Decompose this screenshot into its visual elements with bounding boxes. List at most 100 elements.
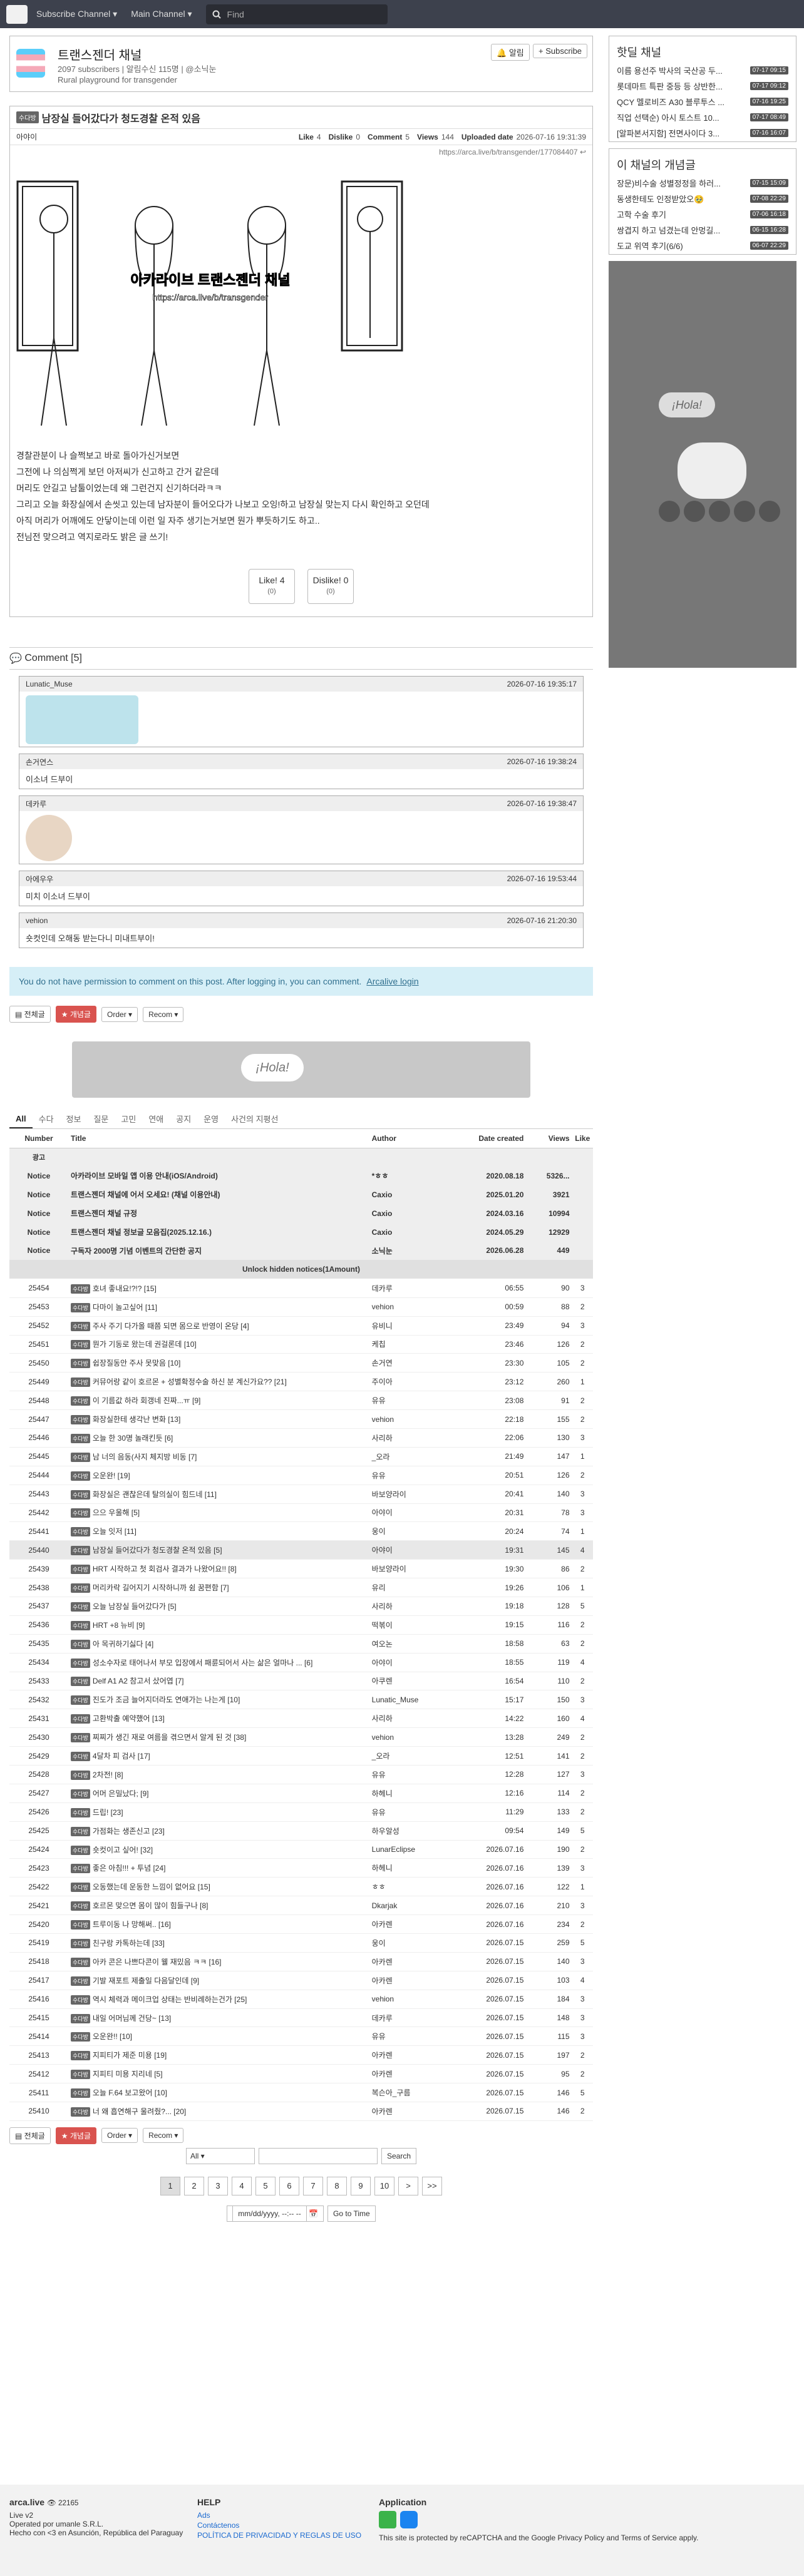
table-row[interactable]: 25448 수다방 이 기름값 하라 회갱네 진짜...ㅠ [9] 유유 23:08 91…: [9, 1391, 593, 1411]
table-row[interactable]: 25432 수다방 진도가 조금 늘어지더라도 연애가는 나는게 [10] Lunat…: [9, 1690, 593, 1710]
author-name[interactable]: 아야이: [16, 131, 37, 142]
tab-notice[interactable]: 공지: [170, 1109, 197, 1128]
table-row[interactable]: 25439 수다방 HRT 시작하고 첫 회검사 결과가 나왔어요!! [8] 바보양…: [9, 1559, 593, 1579]
date-input[interactable]: mm/dd/yyyy, --:-- -- 📅: [227, 2205, 324, 2222]
row-title[interactable]: 오늘 F.64 보고왔어 [10]: [93, 2088, 167, 2097]
comment-author[interactable]: vehion: [26, 916, 48, 925]
row-title[interactable]: 너 왜 흡연해구 울려줬?... [20]: [93, 2107, 186, 2116]
row-title[interactable]: 뭔가 기동로 왔는데 권걸론데 [10]: [93, 1340, 197, 1349]
row-title[interactable]: 주사 주기 다가올 때쯤 되면 몸으로 반영이 온당 [4]: [93, 1322, 249, 1331]
row-title[interactable]: 호르몬 맞으면 몸이 많이 힘들구나 [8]: [93, 1901, 209, 1910]
table-row[interactable]: 25453 수다방 다마이 놀고싶어 [11] vehion 00:59 88 2: [9, 1297, 593, 1317]
best-posts-button[interactable]: ★ 개념글: [55, 2127, 97, 2144]
sidebar-ad[interactable]: ¡Hola!: [609, 261, 796, 668]
page-button[interactable]: 7: [303, 2176, 323, 2195]
row-title[interactable]: HRT +8 뉴비 [9]: [93, 1621, 145, 1630]
table-row[interactable]: 25436 수다방 HRT +8 뉴비 [9] 떡볶이 19:15 116 2: [9, 1615, 593, 1635]
row-title[interactable]: 아카 콘은 나쁘다콘이 웰 재밌음 ㅋㅋ [16]: [93, 1958, 222, 1966]
note-icon[interactable]: [709, 501, 730, 522]
table-row[interactable]: 25437 수다방 오늘 남장실 들어갔다가 [5] 사리하 19:18 128 5: [9, 1597, 593, 1616]
row-title[interactable]: 기발 재포트 제출일 다음달인데 [9]: [93, 1976, 199, 1985]
table-row[interactable]: 25447 수다방 화장실한테 생각난 변화 [13] vehion 22:18 155 2: [9, 1409, 593, 1429]
all-posts-button[interactable]: ▤ 전체글: [9, 2127, 51, 2144]
policy-link[interactable]: POLÍTICA DE PRIVACIDAD Y REGLAS DE USO: [197, 2531, 379, 2540]
row-title[interactable]: 친구랑 카톡하는데 [33]: [93, 1939, 165, 1948]
best-item[interactable]: 동생한테도 인정받았오🥹 07-08 22:29: [609, 191, 796, 207]
hotdeal-title[interactable]: 핫딜 채널: [609, 36, 796, 63]
row-title[interactable]: 오늘 남장실 들어갔다가 [5]: [93, 1602, 177, 1611]
tab-question[interactable]: 질문: [87, 1109, 115, 1128]
row-title[interactable]: 찌찌가 생긴 재로 여름을 겪으면서 알게 된 것 [38]: [93, 1733, 246, 1742]
page-button[interactable]: 8: [327, 2176, 347, 2195]
comment-author[interactable]: 손거연스: [26, 757, 53, 767]
order-select[interactable]: Order ▾: [101, 1006, 138, 1022]
tab-chat[interactable]: 수다: [33, 1109, 60, 1128]
row-title[interactable]: 가점화는 생존신고 [23]: [93, 1827, 165, 1836]
search-input[interactable]: Find: [205, 4, 388, 24]
table-row[interactable]: 25423 수다방 좋은 아침!!! + 투념 [24] 하헤니 2026.07.16 1…: [9, 1858, 593, 1878]
hot-item[interactable]: QCY 멜로비즈 A30 블루투스 ... 07-16 19:25: [609, 94, 796, 110]
table-row[interactable]: 25427 수다방 어머 은밀났다; [9] 하헤니 12:16 114 2: [9, 1784, 593, 1803]
page-button[interactable]: 5: [255, 2176, 276, 2195]
row-title[interactable]: 고환박출 예약했어 [13]: [93, 1714, 165, 1723]
unlock-notices[interactable]: Unlock hidden notices(1Amount): [9, 1260, 593, 1279]
app-store-icon[interactable]: [400, 2511, 418, 2528]
table-row[interactable]: 25420 수다방 트루이동 나 망해써.. [16] 아카렌 2026.07.16 23…: [9, 1914, 593, 1935]
table-row[interactable]: 25426 수다방 드립! [23] 유유 11:29 133 2: [9, 1802, 593, 1822]
table-row[interactable]: 25443 수다방 화장실은 괜찮은데 탈의실이 힘드네 [11] 바보양라이 20:4…: [9, 1485, 593, 1504]
table-row[interactable]: 25440 수다방 남장실 들어갔다가 청도경찰 온적 있음 [5] 아야이 19:31…: [9, 1540, 593, 1560]
row-title[interactable]: 오늘 한 30명 놀래킨듯 [6]: [93, 1434, 173, 1443]
page-button[interactable]: 6: [279, 2176, 299, 2195]
arca-logo[interactable]: [6, 4, 28, 24]
notice-row[interactable]: Notice 아카라이브 모바일 앱 이용 안내(iOS/Android) *ㅎㅎ 2…: [9, 1166, 593, 1185]
table-row[interactable]: 25454 수다방 호녀 좋내요!?!? [15] 데카루 06:55 90 3: [9, 1279, 593, 1298]
row-title[interactable]: 남 너의 음동(사지 체지방 비동 [7]: [93, 1453, 197, 1461]
row-title[interactable]: 역시 체력과 메이크업 상태는 반비례하는건가 [25]: [93, 1995, 247, 2004]
row-title[interactable]: 머리카락 길어지기 시작하니까 쉼 꿈편함 [7]: [93, 1583, 229, 1592]
table-row[interactable]: 25441 수다방 오늘 잇저 [11] 웅이 20:24 74 1: [9, 1521, 593, 1541]
page-button[interactable]: 9: [351, 2176, 371, 2195]
ad-banner[interactable]: ¡Hola!: [72, 1041, 530, 1098]
table-row[interactable]: 25412 수다방 지피티 미용 지리네 [5] 아카렌 2026.07.15 95 2: [9, 2064, 593, 2084]
table-row[interactable]: 25431 수다방 고환박출 예약했어 [13] 사리하 14:22 160 4: [9, 1709, 593, 1729]
table-row[interactable]: 25444 수다방 오운완! [19] 유유 20:51 126 2: [9, 1466, 593, 1485]
ads-link[interactable]: Ads: [197, 2511, 379, 2520]
search-button[interactable]: Search: [381, 2147, 417, 2164]
table-row[interactable]: 25434 수다방 성소수자로 태어나서 부모 입장에서 패륜되어서 사는 삶은 얼…: [9, 1653, 593, 1672]
row-title[interactable]: HRT 시작하고 첫 회검사 결과가 나왔어요!! [8]: [93, 1565, 237, 1573]
best-posts-button[interactable]: ★ 개념글: [55, 1006, 97, 1023]
best-item[interactable]: 도교 위역 후기(6/6) 06-07 22:29: [609, 238, 796, 253]
row-title[interactable]: 숏컷이고 싶어! [32]: [93, 1846, 153, 1854]
dislike-button[interactable]: Dislike! 0 (0): [307, 569, 354, 604]
hot-item[interactable]: 롯데마트 특판 중등 등 상반한... 07-17 09:12: [609, 78, 796, 94]
table-row[interactable]: 25428 수다방 2차전! [8] 유유 12:28 127 3: [9, 1765, 593, 1784]
row-title[interactable]: 지피티가 제준 미용 [19]: [93, 2051, 167, 2060]
login-link[interactable]: Arcalive login: [366, 976, 418, 986]
table-row[interactable]: 25419 수다방 친구랑 카톡하는데 [33] 웅이 2026.07.15 259 5: [9, 1933, 593, 1953]
table-row[interactable]: 25442 수다방 으으 우울해 [5] 아야이 20:31 78 3: [9, 1503, 593, 1523]
best-title[interactable]: 이 채널의 개념글: [609, 149, 796, 175]
row-title[interactable]: 화장실한테 생각난 변화 [13]: [93, 1415, 180, 1424]
recom-select[interactable]: Recom ▾: [143, 1006, 184, 1022]
table-row[interactable]: 25452 수다방 주사 주기 다가올 때쯤 되면 몸으로 반영이 온당 [4] 유비…: [9, 1316, 593, 1336]
settings-icon[interactable]: [659, 501, 680, 522]
table-row[interactable]: 25418 수다방 아카 콘은 나쁘다콘이 웰 재밌음 ㅋㅋ [16] 아카렌 2026…: [9, 1952, 593, 1971]
subscribe-channel-dropdown[interactable]: Subscribe Channel ▾: [36, 9, 117, 19]
page-button[interactable]: >>: [422, 2176, 442, 2195]
page-button[interactable]: >: [398, 2176, 418, 2195]
hot-item[interactable]: 이름 용선주 박사의 국산공 두... 07-17 09:15: [609, 63, 796, 78]
row-title[interactable]: 아 목귀하기싫다 [4]: [93, 1640, 153, 1648]
page-button[interactable]: 10: [374, 2176, 394, 2195]
best-item[interactable]: 장문)비수술 성별정정을 하러... 07-15 15:09: [609, 175, 796, 191]
table-row[interactable]: 25425 수다방 가점화는 생존신고 [23] 하우알성 09:54 149 5: [9, 1821, 593, 1841]
page-button[interactable]: 1: [160, 2176, 180, 2195]
article-url[interactable]: https://arca.live/b/transgender/17708440…: [10, 145, 592, 159]
table-row[interactable]: 25449 수다방 커뮤어랑 같이 호르몬 + 성별확정수술 하신 분 계신가요??…: [9, 1372, 593, 1392]
table-row[interactable]: 25421 수다방 호르몬 맞으면 몸이 많이 힘들구나 [8] Dkarjak 202…: [9, 1896, 593, 1916]
row-title[interactable]: 진도가 조금 늘어지더라도 연애가는 나는게 [10]: [93, 1695, 240, 1704]
comment-author[interactable]: Lunatic_Muse: [26, 680, 73, 688]
table-row[interactable]: 25413 수다방 지피티가 제준 미용 [19] 아카렌 2026.07.15 197 2: [9, 2045, 593, 2065]
page-button[interactable]: 2: [184, 2176, 204, 2195]
table-row[interactable]: 25430 수다방 찌찌가 생긴 재로 여름을 겪으면서 알게 된 것 [38] ve…: [9, 1727, 593, 1747]
search-scope-select[interactable]: All ▾: [185, 2147, 255, 2164]
